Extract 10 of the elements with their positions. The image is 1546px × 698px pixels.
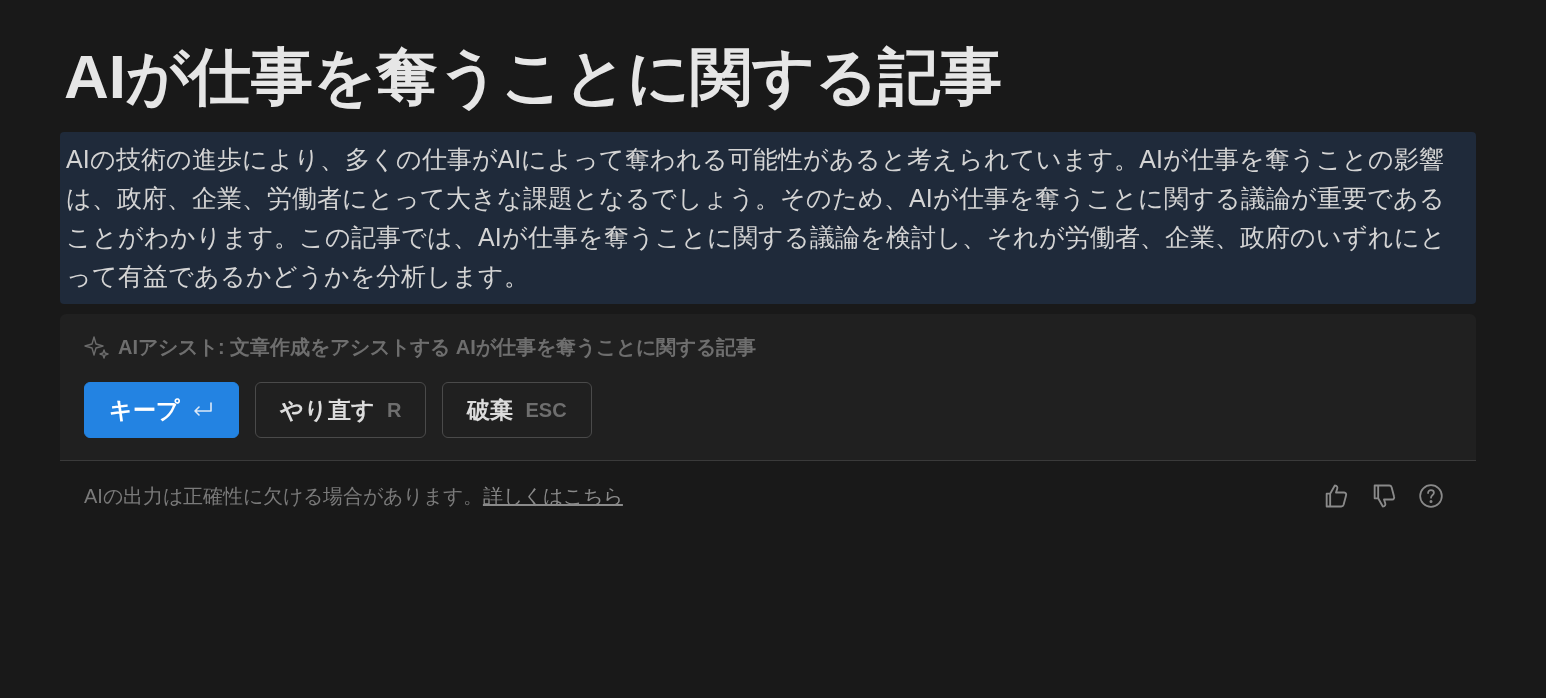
help-icon[interactable] [1418,483,1444,510]
learn-more-link[interactable]: 詳しくはこちら [482,485,623,508]
assist-label: AIアシスト: 文章作成をアシストする AIが仕事を奪うことに関する記事 [118,335,756,361]
action-button[interactable]: やり直す R [255,382,427,439]
article-paragraph: AIの技術の進歩により、多くの仕事がAIによって奪われる可能性があると考えられています。AIが仕事を奪うことの影響は、政府、企業、労働者にとって大きな課題となるでしょう。そのため、AIが仕事を奪うことに関する議論が重要であることがわかります。この記事では、AIが仕事を奪うことに関する議論を検討し、それが労働者、企業、政府のいずれにとって有益であるかどうかを分析します。 [60,132,1476,305]
sparkle-icon [84,334,110,361]
page-title: AIが仕事を奪うことに関する記事 [63,41,1003,113]
keep-button[interactable]: キープ [84,382,239,439]
action-button[interactable]: 破棄 ESC [442,382,592,439]
disclaimer-text: AIの出力は正確性に欠ける場合があります。詳しくはこちら [84,484,623,510]
